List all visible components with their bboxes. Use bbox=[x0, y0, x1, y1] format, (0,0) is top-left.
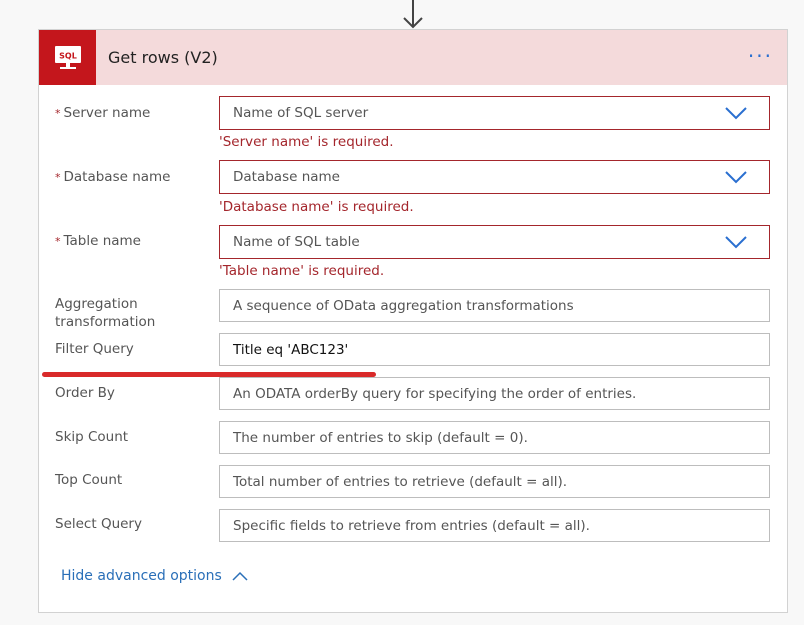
action-title: Get rows (V2) bbox=[108, 48, 218, 67]
flow-arrow-down-icon bbox=[403, 0, 423, 29]
table-name-dropdown[interactable]: Name of SQL table bbox=[219, 225, 770, 259]
select-query-input[interactable]: Specific fields to retrieve from entries… bbox=[219, 509, 770, 542]
filter-query-input[interactable]: Title eq 'ABC123' bbox=[219, 333, 770, 366]
aggregation-label: Aggregation transformation bbox=[55, 296, 156, 330]
aggregation-input[interactable]: A sequence of OData aggregation transfor… bbox=[219, 289, 770, 322]
top-count-input[interactable]: Total number of entries to retrieve (def… bbox=[219, 465, 770, 498]
select-query-label: Select Query bbox=[55, 516, 142, 532]
hide-advanced-label: Hide advanced options bbox=[61, 568, 222, 584]
table-name-label: * Table name bbox=[55, 233, 141, 249]
get-rows-action-card: SQL Get rows (V2) ··· * Server name Name … bbox=[38, 29, 788, 613]
order-by-label: Order By bbox=[55, 385, 115, 401]
top-count-label: Top Count bbox=[55, 472, 123, 488]
skip-count-label: Skip Count bbox=[55, 429, 129, 445]
chevron-down-icon bbox=[725, 171, 747, 184]
chevron-up-icon bbox=[232, 571, 248, 581]
server-name-error: 'Server name' is required. bbox=[219, 134, 394, 150]
chevron-down-icon bbox=[725, 107, 747, 120]
database-name-error: 'Database name' is required. bbox=[219, 199, 414, 215]
svg-text:SQL: SQL bbox=[59, 51, 77, 60]
database-name-dropdown[interactable]: Database name bbox=[219, 160, 770, 194]
chevron-down-icon bbox=[725, 236, 747, 249]
database-name-label: * Database name bbox=[55, 169, 171, 185]
server-name-dropdown[interactable]: Name of SQL server bbox=[219, 96, 770, 130]
table-name-error: 'Table name' is required. bbox=[219, 263, 385, 279]
skip-count-input[interactable]: The number of entries to skip (default =… bbox=[219, 421, 770, 454]
filter-query-label: Filter Query bbox=[55, 341, 134, 357]
action-header[interactable]: SQL Get rows (V2) ··· bbox=[39, 30, 787, 85]
more-options-button[interactable]: ··· bbox=[748, 44, 773, 68]
server-name-label: * Server name bbox=[55, 105, 151, 121]
sql-icon: SQL bbox=[39, 30, 96, 85]
hide-advanced-options-link[interactable]: Hide advanced options bbox=[61, 568, 248, 584]
order-by-input[interactable]: An ODATA orderBy query for specifying th… bbox=[219, 377, 770, 410]
